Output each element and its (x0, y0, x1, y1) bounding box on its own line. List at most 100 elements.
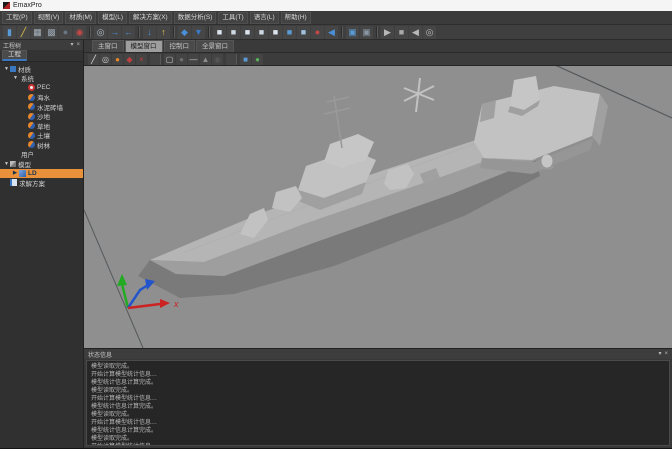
new-project-icon[interactable]: ▮ (3, 26, 16, 39)
tree-item[interactable]: 用户 (0, 150, 83, 160)
undo-icon[interactable]: ← (122, 26, 135, 39)
separator (173, 26, 175, 38)
tree-item[interactable]: ▼ 系统 (0, 74, 83, 84)
tab-project[interactable]: 工程 (2, 50, 27, 61)
tree-item-label: 树林 (37, 140, 50, 150)
menu-item[interactable]: 模型(L) (98, 12, 127, 24)
log-line: 模型读取完成。 (91, 435, 665, 443)
blue-material-icon[interactable]: ■ (240, 54, 251, 65)
project-tree: ▼ 材质 ▼ 系统 (0, 62, 83, 448)
tree-item[interactable]: ▶ LD (0, 169, 83, 179)
render-view-icon[interactable]: ▣ (346, 26, 359, 39)
menu-item[interactable]: 视图(V) (34, 12, 64, 24)
separator (341, 26, 343, 38)
log-line: 模型读取完成。 (91, 387, 665, 395)
sphere-primitive-icon[interactable]: ■ (241, 26, 254, 39)
zoom-icon[interactable]: ◎ (94, 26, 107, 39)
main-toolbar: ▮ ╱ ▦ ▩ ● ◉ ◎ → ← ↓ (0, 24, 672, 40)
panel-primitive-icon[interactable]: ■ (297, 26, 310, 39)
material-ball-icon[interactable]: ● (112, 54, 123, 65)
tree-item-label: 求解方案 (19, 178, 45, 188)
stop-icon[interactable]: ■ (395, 26, 408, 39)
status-log[interactable]: 模型读取完成。 开始计算模型统计信息… 模型统计信息计算完成。 模型读取完成。 … (86, 360, 670, 446)
step-back-icon[interactable]: ◀ (409, 26, 422, 39)
pin-icon[interactable]: ▾ (658, 349, 661, 359)
tree-item[interactable]: ▼ 材质 (0, 64, 83, 74)
close-icon[interactable]: × (664, 349, 668, 359)
line-icon[interactable]: — (188, 54, 199, 65)
viewport-tab[interactable]: 主窗口 (92, 40, 124, 52)
tree-item-icon (10, 161, 16, 167)
tree-item[interactable]: 水泥砖墙 (0, 102, 83, 112)
tree-item[interactable]: 沙地 (0, 112, 83, 122)
log-line: 开始计算模型统计信息… (91, 443, 665, 446)
viewport-3d[interactable]: x (84, 66, 672, 348)
tree-item-icon (28, 103, 35, 110)
wireframe-icon[interactable]: ▢ (164, 54, 175, 65)
export-model-icon[interactable]: ↑ (157, 26, 170, 39)
save-all-icon[interactable]: ▩ (45, 26, 58, 39)
redo-icon[interactable]: → (108, 26, 121, 39)
menu-item[interactable]: 材质(M) (65, 12, 96, 24)
pin-icon[interactable]: ▾ (70, 40, 73, 50)
tree-item[interactable]: 海水 (0, 93, 83, 103)
app-window: EmaxPro 工程(P) 视图(V) 材质(M) 模型(L) 解决方案(X) … (0, 0, 672, 449)
tree-item[interactable]: 草地 (0, 121, 83, 131)
close-icon[interactable]: × (76, 40, 80, 50)
direction-icon[interactable]: ◀ (325, 26, 338, 39)
plate-primitive-icon[interactable]: ■ (269, 26, 282, 39)
zoom-tool-icon[interactable]: ◎ (100, 54, 111, 65)
viewport-tab[interactable]: 模型窗口 (125, 40, 163, 52)
tree-item[interactable]: 土壤 (0, 131, 83, 141)
menu-item[interactable]: 语言(L) (250, 12, 279, 24)
axis-x-label: x (173, 299, 179, 309)
green-material-icon[interactable]: ● (252, 54, 263, 65)
tree-item[interactable]: PEC (0, 83, 83, 93)
delete-face-icon[interactable]: ◆ (124, 54, 135, 65)
prism-primitive-icon[interactable]: ■ (255, 26, 268, 39)
project-panel-header: 工程树 ▾ × (0, 40, 83, 50)
diamond-primitive-icon[interactable]: ◆ (178, 26, 191, 39)
snapshot-icon[interactable]: ▣ (360, 26, 373, 39)
menu-item[interactable]: 工具(T) (218, 12, 247, 24)
edit-icon[interactable]: ╱ (17, 26, 30, 39)
cone-primitive-icon[interactable]: ▼ (192, 26, 205, 39)
viewport-tab[interactable]: 控制口 (164, 40, 196, 52)
tree-item[interactable]: 求解方案 (0, 178, 83, 188)
tree-item-label: 草地 (37, 121, 50, 131)
delete-icon[interactable]: × (136, 54, 147, 65)
tree-item-label: 沙地 (37, 111, 50, 121)
blue-box-primitive-icon[interactable]: ■ (283, 26, 296, 39)
status-panel-title: 状态信息 (88, 350, 112, 359)
point-source-icon[interactable]: ● (311, 26, 324, 39)
draw-tool-icon[interactable]: ╱ (88, 54, 99, 65)
box-primitive-icon[interactable]: ■ (213, 26, 226, 39)
menu-bar: 工程(P) 视图(V) 材质(M) 模型(L) 解决方案(X) 数据分析(S) … (0, 11, 672, 24)
save-icon[interactable]: ▦ (31, 26, 44, 39)
menu-item[interactable]: 解决方案(X) (129, 12, 172, 24)
menu-item[interactable]: 帮助(H) (281, 12, 311, 24)
expand-arrow-icon[interactable]: ▼ (13, 75, 19, 81)
sphere-view-icon[interactable]: ● (59, 26, 72, 39)
tree-item[interactable]: 树林 (0, 140, 83, 150)
workspace-column: 主窗口 模型窗口 控制口 全景窗口 ╱ ◎ ● (84, 40, 672, 448)
viewport-tab[interactable]: 全景窗口 (196, 40, 234, 52)
material-library-icon[interactable]: ◉ (73, 26, 86, 39)
target-icon[interactable]: ◎ (423, 26, 436, 39)
import-model-icon[interactable]: ↓ (143, 26, 156, 39)
menu-item[interactable]: 数据分析(S) (174, 12, 217, 24)
separator (208, 26, 210, 38)
radome (542, 155, 553, 168)
tree-item[interactable]: ▼ 模型 (0, 159, 83, 169)
tree-item-label: 模型 (18, 159, 31, 169)
play-icon[interactable]: ▶ (381, 26, 394, 39)
triangle-mesh-icon[interactable]: ▲ (200, 54, 211, 65)
tree-item-icon (19, 170, 26, 177)
shaded-icon[interactable]: ● (176, 54, 187, 65)
screenshot-root: EmaxPro 工程(P) 视图(V) 材质(M) 模型(L) 解决方案(X) … (0, 0, 672, 453)
menu-item[interactable]: 工程(P) (2, 12, 32, 24)
smooth-shade-icon[interactable]: ◉ (212, 54, 223, 65)
tree-item-icon (28, 113, 35, 120)
cylinder-primitive-icon[interactable]: ■ (227, 26, 240, 39)
scene-svg: x (84, 66, 672, 348)
